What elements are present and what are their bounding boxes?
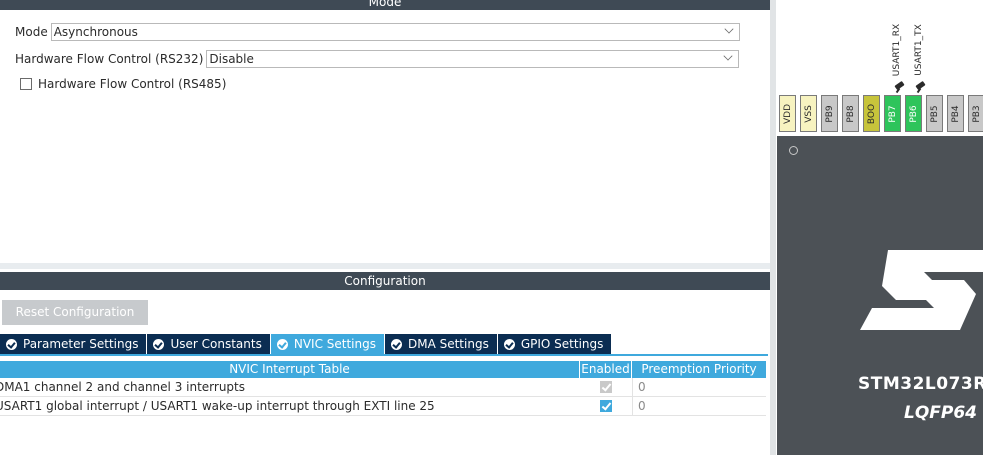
enabled-cell (580, 397, 632, 415)
interrupt-name: DMA1 channel 2 and channel 3 interrupts (0, 380, 246, 394)
hfc-rs232-label: Hardware Flow Control (RS232) (15, 52, 204, 66)
tab-underline (0, 354, 768, 356)
interrupt-name: USART1 global interrupt / USART1 wake-up… (0, 399, 435, 413)
pin-pb5[interactable]: PB5 (926, 95, 943, 132)
check-circle-icon (390, 338, 402, 350)
configuration-section-header: Configuration (0, 272, 770, 290)
column-header-interrupt[interactable]: NVIC Interrupt Table (0, 361, 580, 378)
pin-pb4[interactable]: PB4 (947, 95, 964, 132)
st-logo-icon (860, 250, 983, 330)
pin-pb6[interactable]: PB6 (905, 95, 922, 132)
column-header-priority[interactable]: Preemption Priority (632, 361, 766, 378)
tab-user-constants[interactable]: User Constants (147, 334, 271, 354)
check-circle-icon (153, 338, 165, 350)
enabled-checkbox-disabled (600, 381, 612, 393)
pin-vdd[interactable]: VDD (779, 95, 796, 132)
mode-label: Mode (15, 25, 48, 39)
pin-pb3[interactable]: PB3 (968, 95, 983, 132)
hfc-rs485-label: Hardware Flow Control (RS485) (38, 77, 227, 91)
config-tabs: Parameter Settings User Constants NVIC S… (0, 334, 613, 354)
pin-pb7[interactable]: PB7 (884, 95, 901, 132)
chevron-down-icon (724, 24, 734, 34)
tab-label: User Constants (170, 337, 262, 351)
table-row[interactable]: DMA1 channel 2 and channel 3 interrupts … (0, 378, 766, 397)
mode-select-value: Asynchronous (53, 25, 138, 39)
check-circle-icon (503, 338, 515, 350)
reset-configuration-button[interactable]: Reset Configuration (2, 300, 148, 325)
pin-boot0[interactable]: BOO (863, 95, 880, 132)
tab-label: Parameter Settings (23, 337, 139, 351)
mode-row: Mode Asynchronous (15, 22, 740, 42)
mode-section-header: Mode (0, 0, 770, 10)
pin1-marker (789, 146, 798, 155)
signal-label-usart1-rx: USART1_RX (892, 23, 902, 77)
check-circle-icon (276, 338, 288, 350)
pushpin-icon (894, 79, 906, 91)
pinout-view[interactable]: USART1_RX USART1_TX VDD VSS PB9 PB8 BOO … (776, 0, 983, 455)
tab-label: DMA Settings (407, 337, 489, 351)
pin-pb8[interactable]: PB8 (842, 95, 859, 132)
pin-pb9[interactable]: PB9 (821, 95, 838, 132)
tab-parameter-settings[interactable]: Parameter Settings (0, 334, 148, 354)
hfc-rs232-row: Hardware Flow Control (RS232) Disable (15, 49, 740, 69)
pushpin-icon (915, 79, 927, 91)
package-name: LQFP64 (904, 403, 978, 423)
preemption-priority-cell[interactable]: 0 (632, 397, 766, 415)
chevron-down-icon (723, 51, 733, 61)
peripheral-config-panel: Mode Mode Asynchronous Hardware Flow Con… (0, 0, 770, 455)
table-header: NVIC Interrupt Table Enabled Preemption … (0, 361, 766, 378)
signal-label-usart1-tx: USART1_TX (914, 24, 924, 76)
hfc-rs485-checkbox[interactable] (20, 78, 32, 90)
part-number: STM32L073R (858, 374, 983, 394)
enabled-checkbox[interactable] (600, 400, 612, 412)
hfc-rs232-select[interactable]: Disable (206, 50, 740, 68)
section-divider[interactable] (0, 263, 770, 269)
pin-vss[interactable]: VSS (800, 95, 817, 132)
tab-dma-settings[interactable]: DMA Settings (384, 334, 498, 354)
column-header-enabled[interactable]: Enabled (580, 361, 632, 378)
tab-label: NVIC Settings (293, 337, 376, 351)
preemption-priority-cell[interactable]: 0 (632, 378, 766, 396)
hfc-rs232-select-value: Disable (209, 52, 254, 66)
mode-select[interactable]: Asynchronous (50, 23, 740, 41)
check-circle-icon (6, 338, 17, 350)
table-row[interactable]: USART1 global interrupt / USART1 wake-up… (0, 397, 766, 416)
hfc-rs485-row[interactable]: Hardware Flow Control (RS485) (20, 77, 226, 91)
tab-label: GPIO Settings (520, 337, 604, 351)
tab-nvic-settings[interactable]: NVIC Settings (270, 334, 385, 354)
enabled-cell (580, 378, 632, 396)
nvic-interrupt-table: NVIC Interrupt Table Enabled Preemption … (0, 361, 766, 416)
tab-gpio-settings[interactable]: GPIO Settings (497, 334, 613, 354)
